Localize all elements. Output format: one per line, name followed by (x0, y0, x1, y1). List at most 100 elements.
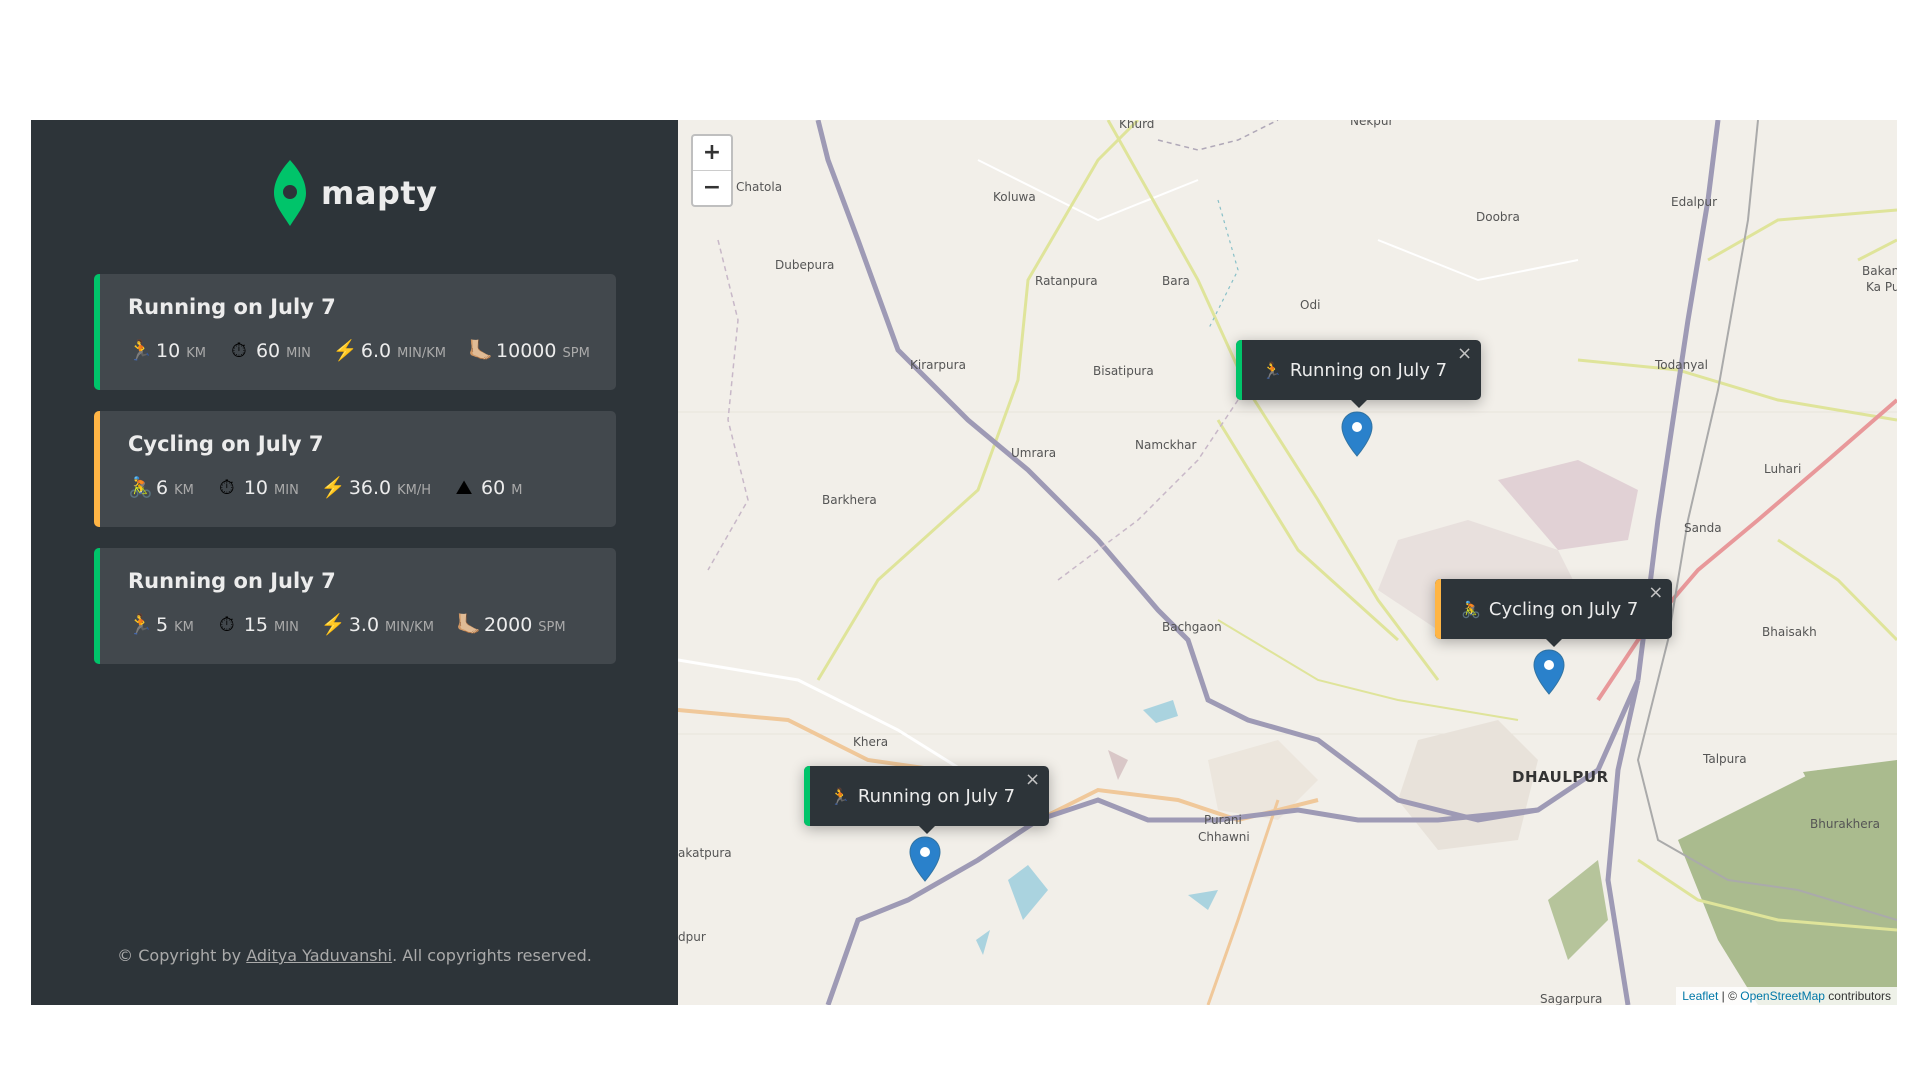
map-marker-icon[interactable] (1340, 410, 1374, 458)
running-icon: 🏃 (830, 786, 850, 806)
place-label: Nekpur (1350, 120, 1394, 128)
map-tiles[interactable] (678, 120, 1897, 1005)
place-label: Barkhera (822, 493, 877, 507)
cycling-icon: 🚴 (1461, 599, 1481, 619)
leaflet-link[interactable]: Leaflet (1682, 989, 1718, 1003)
foot-icon: 🦶🏼 (468, 338, 493, 362)
attribution-contributors: contributors (1824, 989, 1891, 1003)
close-icon[interactable]: × (1648, 582, 1663, 603)
place-label: Purani (1204, 813, 1242, 827)
place-label: Sanda (1684, 521, 1722, 535)
place-label: Ratanpura (1035, 274, 1098, 288)
zoom-out-button[interactable]: − (693, 170, 731, 205)
detail-value: 15 (243, 614, 269, 636)
popup-label: Cycling on July 7 (1488, 598, 1639, 620)
workout-list: Running on July 7 🏃 10 km ⏱ 60 min ⚡️ 6 (94, 274, 616, 685)
place-label: Bisatipura (1093, 364, 1154, 378)
workout-distance: 🏃 5 km (128, 612, 194, 636)
detail-value: 3.0 (348, 614, 380, 636)
place-label: Bhaisakh (1762, 625, 1817, 639)
workout-popup[interactable]: 🏃 Running on July 7 × (804, 766, 1050, 834)
copyright-suffix: . All copyrights reserved. (392, 946, 592, 965)
workout-pace: ⚡️ 3.0 min/km (321, 612, 434, 636)
stopwatch-icon: ⏱ (231, 338, 247, 362)
detail-value: 5 (156, 614, 169, 636)
workout-popup[interactable]: 🏃 Running on July 7 × (1236, 340, 1482, 408)
workout-duration: ⏱ 10 min (216, 475, 299, 499)
osm-link[interactable]: OpenStreetMap (1740, 989, 1825, 1003)
workout-elevation: ⛰ 60 m (453, 475, 523, 499)
place-label: Khera (853, 735, 889, 749)
cycling-icon: 🚴 (128, 475, 153, 499)
attribution-separator: | © (1718, 989, 1741, 1003)
popup-tip (1349, 399, 1368, 408)
detail-value: 10000 (496, 340, 557, 362)
workout-card[interactable]: Running on July 7 🏃 10 km ⏱ 60 min ⚡️ 6 (94, 274, 616, 390)
detail-unit: km (174, 483, 194, 498)
workout-card[interactable]: Running on July 7 🏃 5 km ⏱ 15 min ⚡️ 3. (94, 548, 616, 664)
place-label: Chatola (736, 180, 783, 194)
logo: mapty (273, 158, 438, 228)
detail-value: 36.0 (348, 477, 392, 499)
place-label: Koluwa (993, 190, 1036, 204)
workout-details: 🏃 10 km ⏱ 60 min ⚡️ 6.0 min/km (128, 338, 596, 362)
close-icon[interactable]: × (1025, 769, 1040, 790)
workout-speed: ⚡️ 36.0 km/h (321, 475, 431, 499)
map[interactable]: + − Khurd Nekpur Chatola Koluwa Doobra E… (678, 120, 1897, 1005)
zoom-in-button[interactable]: + (693, 136, 731, 170)
place-label: Sagarpura (1540, 992, 1603, 1005)
workout-popup[interactable]: 🚴 Cycling on July 7 × (1435, 579, 1673, 647)
lightning-icon: ⚡️ (320, 612, 346, 636)
detail-unit: m (511, 483, 523, 498)
place-label: Ka Pu (1866, 280, 1897, 294)
running-icon: 🏃 (128, 612, 153, 636)
foot-icon: 🦶🏼 (455, 612, 481, 636)
workout-duration: ⏱ 15 min (216, 612, 299, 636)
place-label: Dubepura (775, 258, 835, 272)
place-label: Edalpur (1671, 195, 1718, 209)
workout-distance: 🚴 6 km (128, 475, 194, 499)
place-label: Chhawni (1198, 830, 1250, 844)
detail-value: 2000 (483, 614, 533, 636)
place-label: Namckhar (1135, 438, 1197, 452)
map-attribution: Leaflet | © OpenStreetMap contributors (1676, 987, 1897, 1005)
app-container: mapty Running on July 7 🏃 10 km ⏱ 60 min (31, 120, 1897, 1005)
copyright: © Copyright by Aditya Yaduvanshi. All co… (31, 946, 678, 965)
close-icon[interactable]: × (1457, 343, 1472, 364)
map-marker-icon[interactable] (908, 835, 942, 883)
detail-value: 10 (243, 477, 269, 499)
place-label: dpur (678, 930, 706, 944)
workout-cadence: 🦶🏼 10000 spm (468, 338, 590, 362)
place-label: Todanyal (1655, 358, 1708, 372)
place-label: Bhurakhera (1810, 817, 1880, 831)
detail-unit: min (274, 620, 299, 635)
detail-value: 6 (156, 477, 169, 499)
workout-cadence: 🦶🏼 2000 spm (456, 612, 566, 636)
place-label: Bara (1162, 274, 1190, 288)
detail-unit: min/km (385, 620, 434, 635)
workout-details: 🏃 5 km ⏱ 15 min ⚡️ 3.0 min/km (128, 612, 596, 636)
detail-unit: spm (538, 620, 566, 635)
detail-value: 60 (481, 477, 506, 499)
detail-unit: spm (562, 346, 590, 361)
workout-pace: ⚡️ 6.0 min/km (333, 338, 446, 362)
detail-value: 60 (255, 340, 281, 362)
workout-card[interactable]: Cycling on July 7 🚴 6 km ⏱ 10 min ⚡️ 36 (94, 411, 616, 527)
place-label: Odi (1300, 298, 1321, 312)
workout-details: 🚴 6 km ⏱ 10 min ⚡️ 36.0 km/h (128, 475, 596, 499)
workout-title: Running on July 7 (128, 295, 336, 319)
place-label: Talpura (1703, 752, 1747, 766)
city-label: DHAULPUR (1512, 768, 1609, 786)
workout-title: Running on July 7 (128, 569, 336, 593)
logo-text: mapty (321, 174, 438, 212)
workout-distance: 🏃 10 km (128, 338, 206, 362)
popup-label: Running on July 7 (1289, 359, 1448, 381)
lightning-icon: ⚡️ (332, 338, 358, 362)
author-link[interactable]: Aditya Yaduvanshi (246, 946, 392, 965)
map-marker-icon[interactable] (1532, 648, 1566, 696)
copyright-prefix: © Copyright by (117, 946, 247, 965)
workout-title: Cycling on July 7 (128, 432, 324, 456)
stopwatch-icon: ⏱ (219, 475, 235, 499)
detail-unit: min (286, 346, 311, 361)
detail-value: 10 (156, 340, 181, 362)
